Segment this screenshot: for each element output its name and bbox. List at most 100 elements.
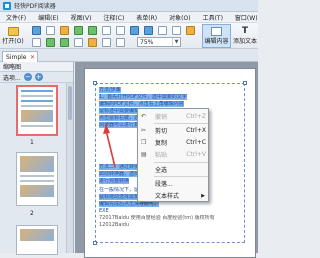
fit-page-button[interactable] <box>156 25 168 36</box>
doc-text: 1、首先打开PDF文件，选中需要的文字 <box>99 94 187 100</box>
highlight-icon <box>101 38 111 47</box>
menu-separator <box>154 162 208 163</box>
comment-button[interactable] <box>86 37 98 48</box>
menu-item-label: 全选 <box>155 167 168 174</box>
doc-text: 12012Baidu <box>99 222 130 228</box>
thumbnail-options[interactable]: 选项... <box>3 73 21 82</box>
thumb-line <box>21 125 53 127</box>
hand-tool-button[interactable] <box>100 25 112 36</box>
undo-icon: ↶ <box>141 113 147 120</box>
select-tool-button[interactable] <box>114 25 126 36</box>
thumb-line <box>21 105 53 107</box>
print-icon <box>45 26 55 35</box>
open-button[interactable]: 打开(O) <box>1 26 25 46</box>
fit-page-icon <box>157 26 167 35</box>
zoom-out-button[interactable] <box>128 25 140 36</box>
chevron-down-icon[interactable]: ▼ <box>172 38 180 46</box>
thumb-line <box>21 95 53 97</box>
first-page-icon <box>31 38 41 47</box>
snapshot-button[interactable] <box>184 25 196 36</box>
close-icon[interactable]: ✕ <box>30 54 35 61</box>
print-button[interactable] <box>44 25 56 36</box>
zoom-select[interactable]: 75% ▼ <box>137 37 181 47</box>
thumb-line <box>21 100 53 102</box>
menu-tools[interactable]: 工具(T) <box>197 13 229 22</box>
edit-content-button[interactable]: 编辑内容 <box>202 24 231 48</box>
thumb-zoom-in-icon[interactable]: + <box>34 73 43 81</box>
email-button[interactable] <box>58 25 70 36</box>
undo-button[interactable] <box>72 25 84 36</box>
menu-item-label: 复制 <box>155 140 168 147</box>
email-icon <box>59 26 69 35</box>
window-title: 轻快PDF阅读器 <box>14 3 56 10</box>
text-t-icon: T <box>241 26 249 36</box>
menu-edit[interactable]: 编辑(E) <box>32 13 64 22</box>
page-thumbnail-1[interactable] <box>16 85 58 136</box>
doc-line: EXE <box>99 208 109 214</box>
menu-item-text-style[interactable]: 文本样式 ▶ <box>138 190 210 201</box>
menu-view[interactable]: 视图(V) <box>65 13 98 22</box>
fit-width-button[interactable] <box>114 37 126 48</box>
doc-text: EXE <box>99 208 109 214</box>
doc-text: 72017Baidu 使用百度经验 百度经验(tm) 版权所有 <box>99 215 215 221</box>
menu-item-select-all[interactable]: 全选 <box>138 164 210 175</box>
add-text-label: 添加文本 <box>232 38 257 45</box>
menu-form[interactable]: 表单(R) <box>130 13 163 22</box>
doc-text: 进行完整转换 <box>99 178 130 184</box>
menu-item-shortcut: Ctrl+X <box>186 127 206 134</box>
page-thumbnail-3[interactable] <box>16 225 58 255</box>
rotate-button[interactable] <box>170 25 182 36</box>
menu-item-label: 文本样式 <box>155 193 180 200</box>
last-page-button[interactable] <box>72 37 84 48</box>
cut-icon: ✂ <box>141 127 147 134</box>
prev-page-button[interactable] <box>44 37 56 48</box>
highlight-button[interactable] <box>100 37 112 48</box>
add-text-button[interactable]: T 添加文本 <box>232 24 258 48</box>
menu-separator <box>154 123 208 124</box>
menu-item-label: 剪切 <box>155 128 168 135</box>
save-icon <box>31 26 41 35</box>
page-number-1: 1 <box>30 139 34 146</box>
selection-handle[interactable] <box>93 241 97 245</box>
thumbnail-scrollbar[interactable] <box>66 83 73 253</box>
menu-comment[interactable]: 注释(C) <box>97 13 130 22</box>
selection-handle[interactable] <box>93 81 97 85</box>
menu-window[interactable]: 窗口(W) <box>229 13 264 22</box>
thumbnail-toolbar: 选项... − + <box>0 72 73 83</box>
menu-item-shortcut: Ctrl+C <box>186 139 206 146</box>
menu-item-shortcut: Ctrl+V <box>186 151 206 158</box>
save-button[interactable] <box>30 25 42 36</box>
doc-line: 方法/步骤 <box>99 87 121 93</box>
menu-item-paste[interactable]: ▤ 粘贴 Ctrl+V <box>138 149 210 160</box>
redo-button[interactable] <box>86 25 98 36</box>
red-arrow-annotation <box>103 124 116 168</box>
zoom-in-icon <box>143 26 153 35</box>
open-label: 打开(O) <box>2 38 24 45</box>
menu-item-paragraph[interactable]: 段落... <box>138 178 210 189</box>
thumb-line <box>20 180 54 182</box>
doc-line: 编辑的PDF文件，点击右上角编辑内容 <box>99 101 184 107</box>
thumb-image <box>20 156 54 172</box>
doc-line: 12012Baidu <box>99 222 129 228</box>
first-page-button[interactable] <box>30 37 42 48</box>
zoom-out-icon <box>129 26 139 35</box>
fit-width-icon <box>115 38 125 47</box>
folder-icon <box>7 27 19 36</box>
document-tabs: Simple ✕ <box>0 49 258 62</box>
next-page-button[interactable] <box>58 37 70 48</box>
tab-simple[interactable]: Simple ✕ <box>2 51 38 62</box>
page-number-2: 2 <box>30 210 34 217</box>
zoom-in-button[interactable] <box>142 25 154 36</box>
menu-item-label: 撤销 <box>155 114 168 121</box>
menu-item-copy[interactable]: ❐ 复制 Ctrl+C <box>138 137 210 148</box>
page-thumbnail-2[interactable] <box>16 152 58 206</box>
menu-object[interactable]: 对象(O) <box>163 13 196 22</box>
menu-item-cut[interactable]: ✂ 剪切 Ctrl+X <box>138 125 210 136</box>
menu-file[interactable]: 文件(F) <box>0 13 32 22</box>
scrollbar-thumb[interactable] <box>68 86 72 120</box>
next-page-icon <box>59 38 69 47</box>
menu-item-undo[interactable]: ↶ 撤销 Ctrl+Z <box>138 111 210 122</box>
thumb-zoom-out-icon[interactable]: − <box>23 73 32 81</box>
selection-handle[interactable] <box>243 81 247 85</box>
thumb-line <box>21 90 53 92</box>
